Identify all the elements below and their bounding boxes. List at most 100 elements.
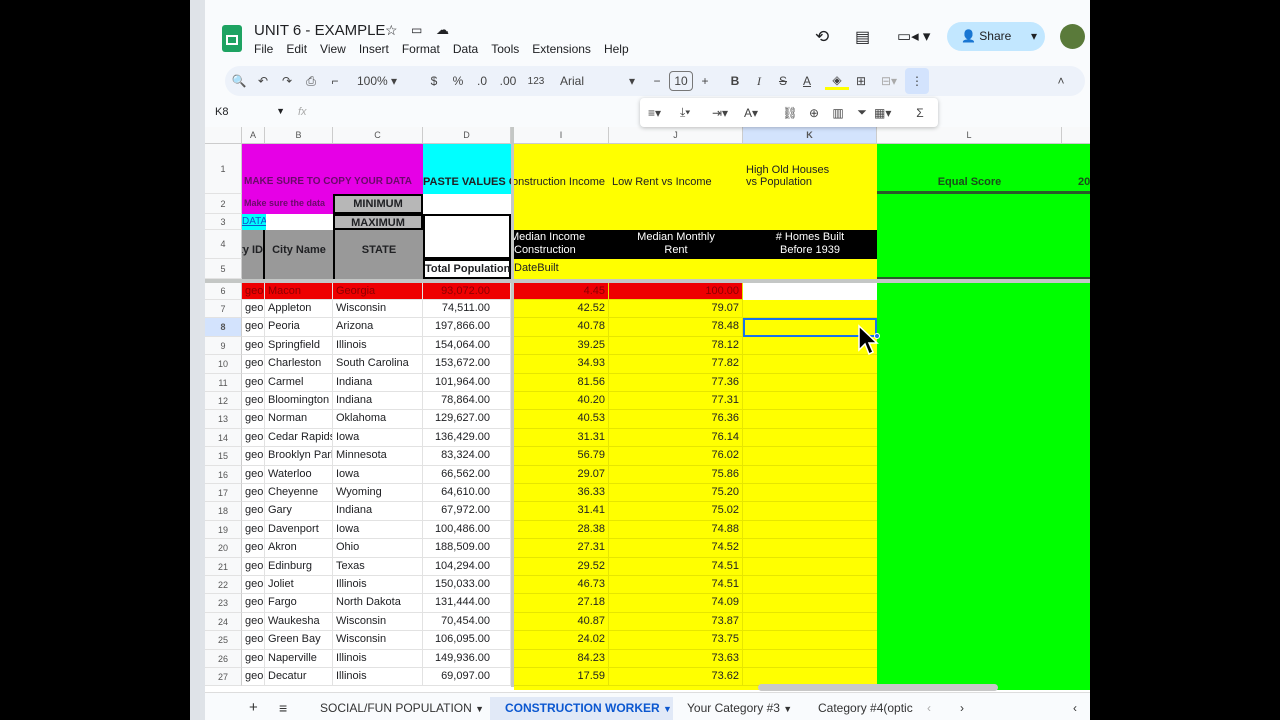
cell-pop[interactable]: 150,033.00 xyxy=(423,576,511,595)
cell-state[interactable]: Georgia xyxy=(333,283,423,300)
cell-i[interactable]: 39.25 xyxy=(514,336,609,356)
cell-j[interactable]: 76.36 xyxy=(609,410,743,429)
row-header-25[interactable]: 25 xyxy=(205,631,242,650)
cell-pop[interactable]: 101,964.00 xyxy=(423,373,511,392)
filter-icon[interactable]: ⏷ xyxy=(850,105,874,120)
row-header-7[interactable]: 7 xyxy=(205,300,242,319)
cell-city[interactable]: Joliet xyxy=(265,576,333,595)
scroll-tabs-left-icon[interactable]: ‹ xyxy=(927,697,931,720)
cell-k[interactable] xyxy=(743,447,877,466)
cell-k[interactable] xyxy=(743,650,877,668)
cell-state[interactable]: Wisconsin xyxy=(333,631,423,650)
cell-id[interactable]: geol xyxy=(242,594,265,613)
row-header-4[interactable]: 4 xyxy=(205,230,242,259)
chart-icon[interactable]: ▥ xyxy=(826,106,850,120)
row-header-22[interactable]: 22 xyxy=(205,576,242,595)
cell-id[interactable]: geol xyxy=(242,668,265,687)
cell-j[interactable]: 73.62 xyxy=(609,668,743,687)
cell-k[interactable] xyxy=(743,502,877,521)
cell-j[interactable]: 76.14 xyxy=(609,428,743,448)
cell-j[interactable]: 75.02 xyxy=(609,502,743,521)
row-header-26[interactable]: 26 xyxy=(205,649,242,668)
row-header-23[interactable]: 23 xyxy=(205,594,242,613)
filter-views-icon[interactable]: ▦▾ xyxy=(874,106,908,120)
column-header-K[interactable]: K xyxy=(743,127,877,144)
cell-id[interactable]: geol xyxy=(242,576,265,595)
cell-city[interactable]: Waterloo xyxy=(265,465,333,484)
cell-state[interactable]: Indiana xyxy=(333,373,423,392)
cell-pop[interactable]: 69,097.00 xyxy=(423,668,511,687)
side-panel-toggle-icon[interactable]: ‹ xyxy=(1073,697,1077,720)
cell-j[interactable]: 77.36 xyxy=(609,373,743,392)
cell-city[interactable]: Charleston xyxy=(265,355,333,374)
cell-id[interactable]: geol xyxy=(242,283,265,300)
cell-id[interactable]: geol xyxy=(242,428,265,448)
cell-j[interactable]: 74.88 xyxy=(609,520,743,540)
cell-pop[interactable]: 197,866.00 xyxy=(423,318,511,337)
row-header-24[interactable]: 24 xyxy=(205,612,242,632)
row-header-1[interactable]: 1 xyxy=(205,144,242,194)
cell-j[interactable]: 78.48 xyxy=(609,318,743,337)
scroll-tabs-right-icon[interactable]: › xyxy=(960,697,964,720)
cell-id[interactable]: geol xyxy=(242,539,265,558)
cell-pop[interactable]: 64,610.00 xyxy=(423,484,511,503)
cell-id[interactable]: geol xyxy=(242,355,265,374)
cell-k[interactable] xyxy=(743,410,877,429)
cell-i[interactable]: 40.53 xyxy=(514,410,609,429)
cell-i[interactable]: 31.31 xyxy=(514,428,609,448)
cell-id[interactable]: geol xyxy=(242,318,265,337)
cell-i[interactable]: 56.79 xyxy=(514,447,609,466)
row-header-17[interactable]: 17 xyxy=(205,484,242,503)
cell-pop[interactable]: 131,444.00 xyxy=(423,594,511,613)
sheet-tab-dropdown-icon[interactable]: ▼ xyxy=(475,704,484,714)
cell-state[interactable]: Indiana xyxy=(333,392,423,411)
cell-j[interactable]: 74.09 xyxy=(609,594,743,613)
cell-state[interactable]: Iowa xyxy=(333,465,423,484)
cell-i[interactable]: 81.56 xyxy=(514,373,609,392)
cell-k[interactable] xyxy=(743,429,877,448)
row-header-18[interactable]: 18 xyxy=(205,502,242,521)
row-header-20[interactable]: 20 xyxy=(205,539,242,558)
cell-city[interactable]: Fargo xyxy=(265,594,333,613)
cell-id[interactable]: geol xyxy=(242,649,265,668)
cell-j[interactable]: 100.00 xyxy=(609,283,743,300)
cell-pop[interactable]: 153,672.00 xyxy=(423,355,511,374)
row-header-13[interactable]: 13 xyxy=(205,410,242,429)
cell-i[interactable]: 46.73 xyxy=(514,576,609,595)
cell-j[interactable]: 79.07 xyxy=(609,300,743,319)
cell-j[interactable]: 78.12 xyxy=(609,336,743,356)
cell-id[interactable]: geol xyxy=(242,410,265,429)
cell-pop[interactable]: 74,511.00 xyxy=(423,300,511,319)
cell-state[interactable]: Indiana xyxy=(333,502,423,521)
cell-city[interactable]: Springfield xyxy=(265,336,333,356)
cell-i[interactable]: 40.20 xyxy=(514,392,609,411)
functions-icon[interactable]: Σ xyxy=(908,106,932,120)
cell-pop[interactable]: 136,429.00 xyxy=(423,428,511,448)
cell-state[interactable]: North Dakota xyxy=(333,594,423,613)
cell-k[interactable] xyxy=(743,466,877,484)
cell-j[interactable]: 73.75 xyxy=(609,631,743,650)
cell-pop[interactable]: 67,972.00 xyxy=(423,502,511,521)
add-sheet-button[interactable]: + xyxy=(249,697,258,720)
cell-city[interactable]: Edinburg xyxy=(265,557,333,576)
cell-id[interactable]: geol xyxy=(242,612,265,632)
cell-i[interactable]: 31.41 xyxy=(514,502,609,521)
cell-state[interactable]: Illinois xyxy=(333,668,423,687)
cell-city[interactable]: Brooklyn Park xyxy=(265,447,333,466)
row-header-9[interactable]: 9 xyxy=(205,336,242,356)
cell-i[interactable]: 29.07 xyxy=(514,465,609,484)
cell-city[interactable]: Decatur xyxy=(265,668,333,687)
cell-city[interactable]: Appleton xyxy=(265,300,333,319)
cell-pop[interactable]: 93,072.00 xyxy=(423,283,511,300)
cell-i[interactable]: 17.59 xyxy=(514,668,609,687)
row-header-14[interactable]: 14 xyxy=(205,428,242,448)
cell-pop[interactable]: 129,627.00 xyxy=(423,410,511,429)
cell-k[interactable] xyxy=(743,558,877,576)
row-header-3[interactable]: 3 xyxy=(205,214,242,230)
cell-i[interactable]: 28.38 xyxy=(514,520,609,540)
cell-city[interactable]: Macon xyxy=(265,283,333,300)
cell-state[interactable]: Wisconsin xyxy=(333,612,423,632)
cell-k[interactable] xyxy=(743,484,877,503)
cell-id[interactable]: geol xyxy=(242,557,265,576)
cell-j[interactable]: 75.86 xyxy=(609,465,743,484)
